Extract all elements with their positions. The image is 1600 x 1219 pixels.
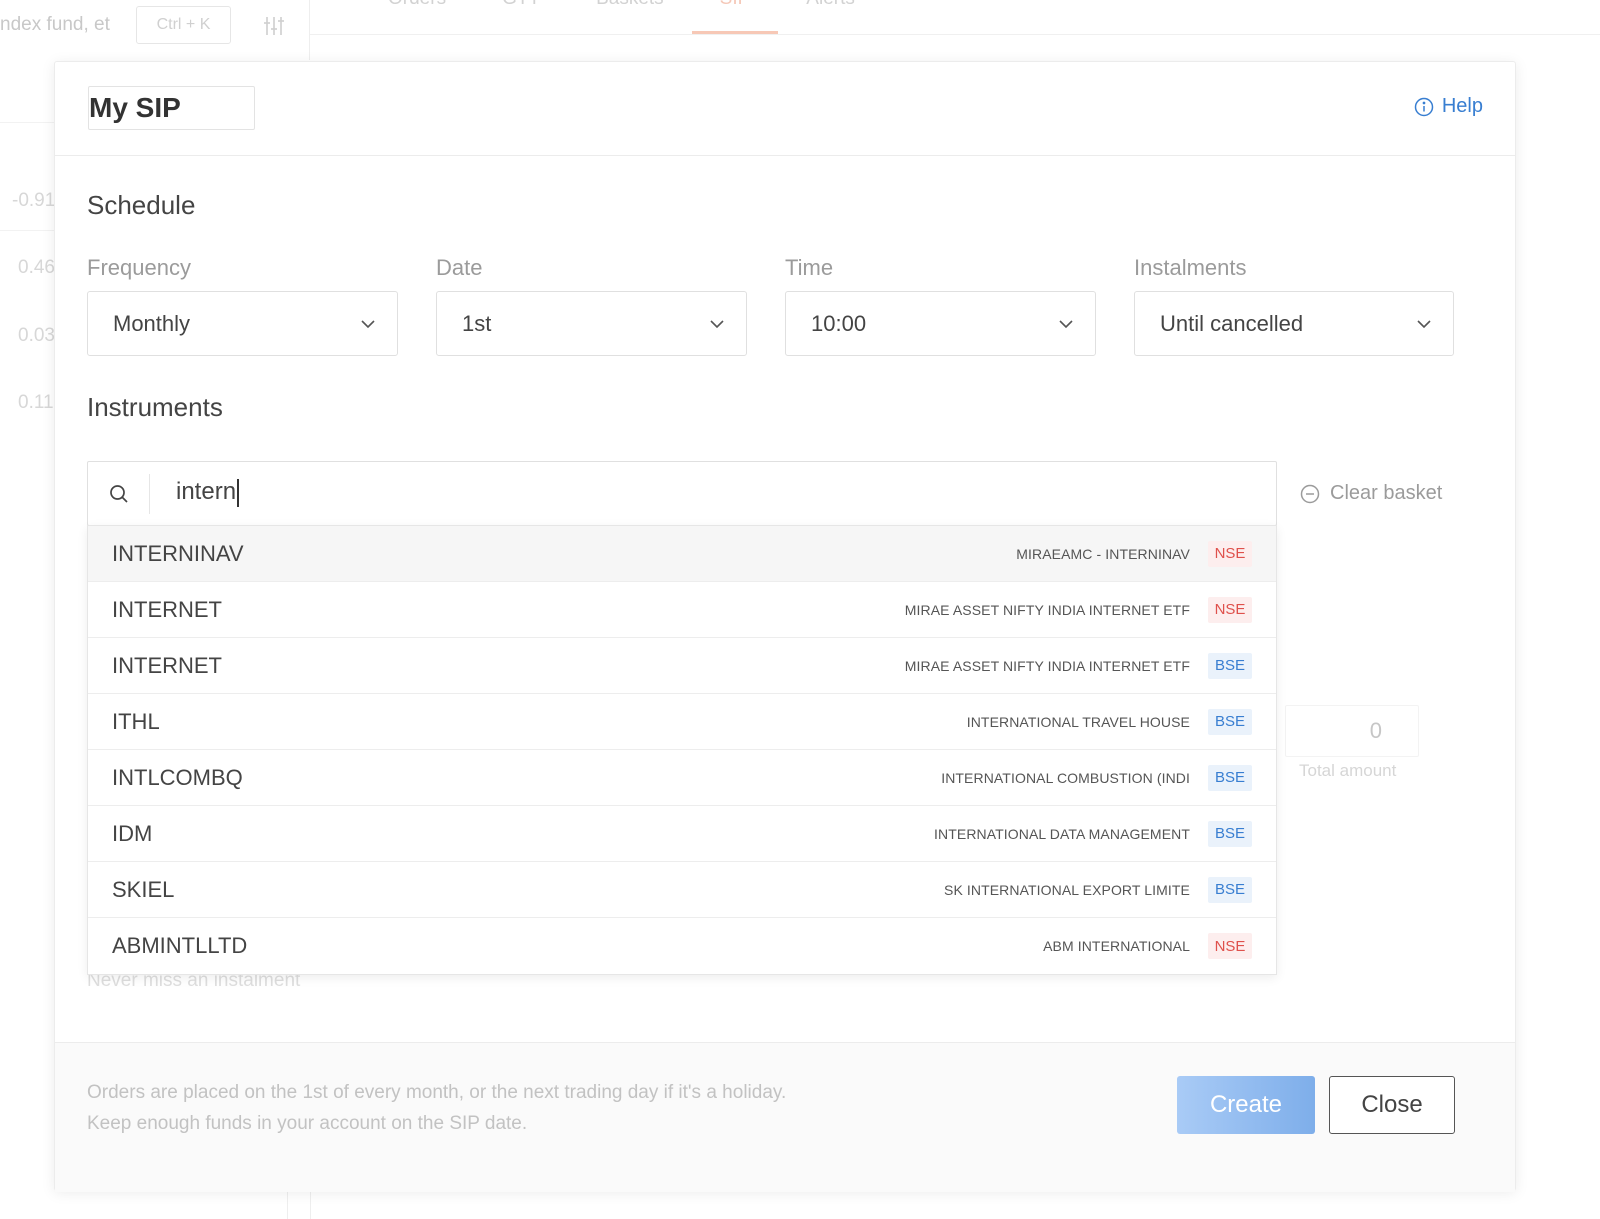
search-input[interactable]: intern xyxy=(176,478,240,507)
instrument-search[interactable]: intern xyxy=(87,461,1277,526)
instrument-symbol: INTERNINAV xyxy=(112,540,244,566)
frequency-label: Frequency xyxy=(87,255,191,280)
instrument-symbol: ITHL xyxy=(112,708,160,734)
chevron-down-icon xyxy=(361,320,375,329)
dropdown-item[interactable]: INTERNET MIRAE ASSET NIFTY INDIA INTERNET… xyxy=(88,638,1276,694)
chevron-down-icon xyxy=(1059,320,1073,329)
modal-footer: Orders are placed on the 1st of every mo… xyxy=(55,1042,1515,1192)
tab-baskets: Baskets xyxy=(568,0,692,34)
modal-header: My SIP Help xyxy=(55,62,1515,156)
instrument-name: SK INTERNATIONAL EXPORT LIMITE xyxy=(944,881,1190,898)
shortcut-hint: Ctrl + K xyxy=(136,6,231,44)
time-select[interactable]: 10:00 xyxy=(785,291,1096,356)
dropdown-item[interactable]: INTERNET MIRAE ASSET NIFTY INDIA INTERNET… xyxy=(88,582,1276,638)
background-number: 0.03 xyxy=(18,325,55,346)
footer-note-line: Orders are placed on the 1st of every mo… xyxy=(87,1082,787,1103)
total-amount-value: 0 xyxy=(1285,705,1419,757)
background-divider xyxy=(287,1192,311,1219)
time-value: 10:00 xyxy=(811,310,867,336)
frequency-select[interactable]: Monthly xyxy=(87,291,398,356)
chevron-down-icon xyxy=(1417,320,1431,329)
background-number: -0.91 xyxy=(12,190,56,211)
dropdown-item[interactable]: INTERNINAV MIRAEAMC - INTERNINAV NSE xyxy=(88,526,1276,582)
tab-orders: Orders xyxy=(360,0,474,34)
minus-circle-icon xyxy=(1300,484,1320,503)
tab-gtt: GTT xyxy=(474,0,568,34)
tab-sip: SIP xyxy=(691,0,779,34)
dropdown-item[interactable]: ABMINTLLTD ABM INTERNATIONAL NSE xyxy=(88,918,1276,974)
background-divider xyxy=(0,230,56,231)
instrument-symbol: INTERNET xyxy=(112,596,222,622)
background-search-placeholder: ndex fund, et xyxy=(0,14,110,35)
instrument-name: ABM INTERNATIONAL xyxy=(1043,938,1190,954)
background-divider xyxy=(0,122,56,123)
help-link[interactable]: Help xyxy=(1414,95,1483,118)
background-number: 0.11 xyxy=(18,392,54,413)
instrument-symbol: INTLCOMBQ xyxy=(112,764,243,790)
exchange-badge: BSE xyxy=(1208,652,1252,679)
instrument-name: INTERNATIONAL COMBUSTION (INDI xyxy=(941,769,1190,786)
exchange-badge: NSE xyxy=(1208,933,1252,959)
exchange-badge: BSE xyxy=(1208,820,1252,847)
exchange-badge: NSE xyxy=(1208,596,1252,623)
background-divider xyxy=(310,34,1600,35)
chevron-down-icon xyxy=(710,320,724,329)
clear-basket-button[interactable]: Clear basket xyxy=(1300,482,1442,505)
exchange-badge: NSE xyxy=(1208,540,1252,567)
dropdown-item[interactable]: INTLCOMBQ INTERNATIONAL COMBUSTION (INDI B… xyxy=(88,750,1276,806)
instalments-label: Instalments xyxy=(1134,255,1247,280)
instrument-name: MIRAEAMC - INTERNINAV xyxy=(1016,545,1190,562)
footer-note-line: Keep enough funds in your account on the… xyxy=(87,1113,528,1134)
dropdown-item[interactable]: IDM INTERNATIONAL DATA MANAGEMENT BSE xyxy=(88,806,1276,862)
search-query: intern xyxy=(176,478,237,505)
help-label: Help xyxy=(1441,95,1483,117)
sip-name-input[interactable]: My SIP xyxy=(88,86,255,130)
date-value: 1st xyxy=(462,310,492,336)
instrument-name: INTERNATIONAL TRAVEL HOUSE xyxy=(966,713,1190,730)
instrument-dropdown: INTERNINAV MIRAEAMC - INTERNINAV NSE INTERN… xyxy=(87,525,1277,975)
instalments-value: Until cancelled xyxy=(1160,310,1304,336)
instrument-symbol: INTERNET xyxy=(112,652,222,678)
schedule-title: Schedule xyxy=(87,190,196,220)
background-number: 0.46 xyxy=(18,257,55,278)
info-icon xyxy=(1414,97,1434,116)
close-button[interactable]: Close xyxy=(1329,1076,1455,1134)
instalments-select[interactable]: Until cancelled xyxy=(1134,291,1454,356)
instrument-symbol: IDM xyxy=(112,820,153,846)
frequency-value: Monthly xyxy=(113,310,191,336)
background-tabs: Orders GTT Baskets SIP Alerts xyxy=(360,0,883,34)
sip-modal: My SIP Help Schedule Frequency Date Time… xyxy=(54,61,1516,1192)
date-select[interactable]: 1st xyxy=(436,291,747,356)
clear-basket-label: Clear basket xyxy=(1330,482,1443,504)
filter-sliders-icon xyxy=(264,17,284,35)
instrument-name: MIRAE ASSET NIFTY INDIA INTERNET ETF xyxy=(904,601,1190,618)
exchange-badge: BSE xyxy=(1208,708,1252,735)
tab-alerts: Alerts xyxy=(778,0,883,34)
instrument-name: INTERNATIONAL DATA MANAGEMENT xyxy=(934,825,1190,842)
time-label: Time xyxy=(785,255,834,280)
dropdown-item[interactable]: ITHL INTERNATIONAL TRAVEL HOUSE BSE xyxy=(88,694,1276,750)
footer-note: Orders are placed on the 1st of every mo… xyxy=(87,1077,786,1139)
instrument-symbol: ABMINTLLTD xyxy=(112,933,248,958)
instrument-name: MIRAE ASSET NIFTY INDIA INTERNET ETF xyxy=(904,657,1190,674)
search-icon xyxy=(109,485,128,503)
date-label: Date xyxy=(436,255,483,280)
background-search: ndex fund, et Ctrl + K xyxy=(0,0,310,60)
create-button[interactable]: Create xyxy=(1177,1076,1315,1134)
total-amount-label: Total amount xyxy=(1299,761,1397,780)
search-icon-wrap xyxy=(88,474,150,514)
exchange-badge: BSE xyxy=(1208,876,1252,903)
dropdown-item[interactable]: SKIEL SK INTERNATIONAL EXPORT LIMITE BSE xyxy=(88,862,1276,918)
text-caret xyxy=(237,478,240,507)
instruments-title: Instruments xyxy=(87,392,223,422)
instrument-symbol: SKIEL xyxy=(112,876,175,902)
exchange-badge: BSE xyxy=(1208,764,1252,791)
